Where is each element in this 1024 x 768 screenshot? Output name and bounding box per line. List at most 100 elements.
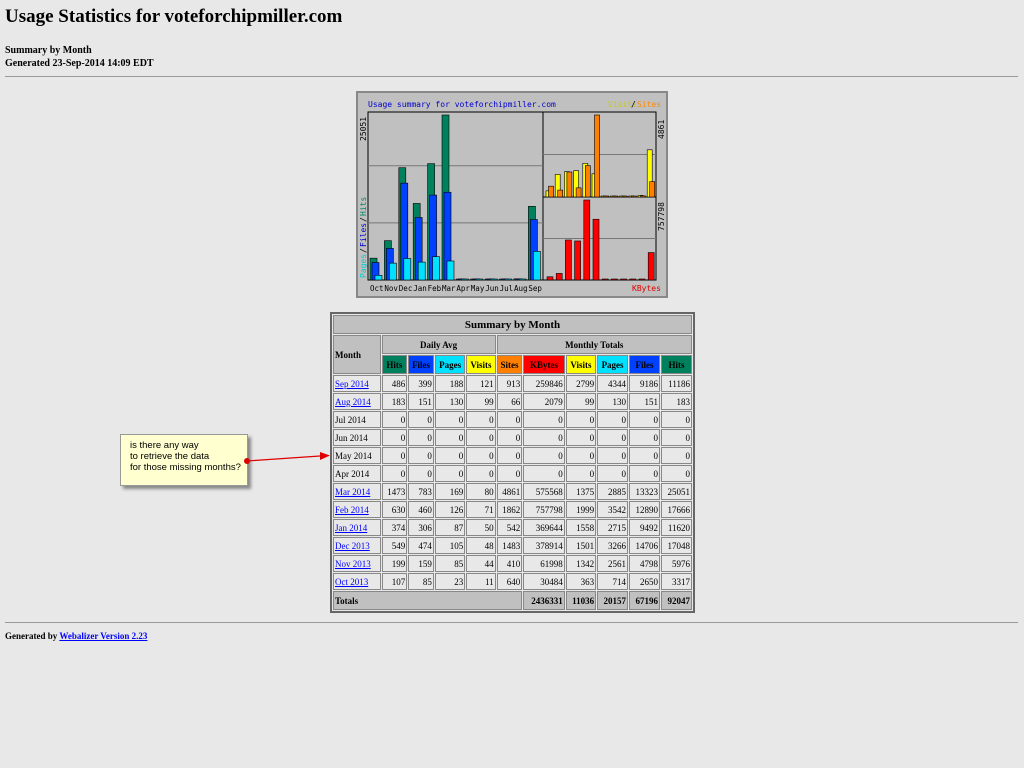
sites-bar — [612, 195, 619, 198]
total-value: 2436331 — [523, 591, 565, 610]
month-link[interactable]: Mar 2014 — [335, 487, 370, 497]
page-title: Usage Statistics for voteforchipmiller.c… — [5, 6, 343, 27]
month-cell: Feb 2014 — [333, 501, 381, 518]
summary-table: Summary by Month Month Daily Avg Monthly… — [330, 312, 695, 613]
value-cell: 1473 — [381, 483, 408, 500]
x-tick-label: Aug — [514, 284, 528, 293]
value-cell: 25051 — [660, 483, 692, 500]
pages-bar — [518, 278, 527, 281]
kbytes-bar — [638, 278, 646, 281]
value-cell: 107 — [381, 573, 408, 590]
y-label-sep: / — [359, 248, 368, 253]
value-cell: 105 — [434, 537, 466, 554]
totals-row: Totals 2436331 11036 20157 67196 92047 — [333, 591, 692, 610]
kbytes-bar — [555, 273, 563, 281]
value-cell: 0 — [434, 465, 466, 482]
webalizer-link[interactable]: Webalizer Version 2.23 — [59, 631, 147, 641]
usage-summary-chart: Usage summary for voteforchipmiller.com V… — [356, 91, 668, 298]
kbytes-bar — [546, 276, 554, 281]
y-label-files: Files — [359, 223, 368, 247]
column-header-pages: Pages — [597, 355, 629, 374]
total-value: 11036 — [565, 591, 597, 610]
value-cell: 378914 — [523, 537, 565, 554]
value-cell: 85 — [434, 555, 466, 572]
value-cell: 630 — [381, 501, 408, 518]
column-header-hits: Hits — [381, 355, 408, 374]
value-cell: 0 — [496, 429, 523, 446]
total-value: 20157 — [597, 591, 629, 610]
value-cell: 2885 — [597, 483, 629, 500]
sites-bar — [575, 187, 582, 198]
x-tick-label: Sep — [528, 284, 542, 293]
month-link[interactable]: Sep 2014 — [335, 379, 369, 389]
value-cell: 306 — [408, 519, 434, 536]
sites-bar — [548, 185, 554, 198]
x-tick-label: Apr — [456, 284, 470, 293]
value-cell: 2799 — [565, 375, 597, 392]
value-cell: 1375 — [565, 483, 597, 500]
report-subtitle: Summary by Month — [5, 45, 92, 56]
pages-bar — [533, 251, 541, 281]
value-cell: 0 — [408, 411, 434, 428]
value-cell: 71 — [466, 501, 496, 518]
sites-bar — [621, 195, 628, 198]
value-cell: 199 — [381, 555, 408, 572]
x-tick-label: Jan — [413, 284, 427, 293]
footer: Generated by Webalizer Version 2.23 — [5, 631, 147, 641]
footer-prefix: Generated by — [5, 631, 60, 641]
value-cell: 399 — [408, 375, 434, 392]
pages-bar — [504, 278, 512, 281]
x-tick-label: Dec — [399, 284, 413, 293]
table-row: Jan 2014 374 306 87 50 542 369644 1558 2715 9492 1… — [333, 519, 692, 536]
value-cell: 188 — [434, 375, 466, 392]
month-cell: Mar 2014 — [333, 483, 381, 500]
value-cell: 0 — [434, 447, 466, 464]
value-cell: 0 — [466, 411, 496, 428]
month-link[interactable]: Feb 2014 — [335, 505, 369, 515]
x-tick-label: Feb — [428, 284, 442, 293]
value-cell: 0 — [597, 411, 629, 428]
month-link[interactable]: Nov 2013 — [335, 559, 371, 569]
column-header-files: Files — [629, 355, 660, 374]
column-header-sites: Sites — [496, 355, 523, 374]
value-cell: 0 — [597, 465, 629, 482]
kbytes-max-label: 757798 — [657, 202, 666, 231]
value-cell: 50 — [466, 519, 496, 536]
sites-bar — [640, 195, 646, 198]
value-cell: 0 — [565, 465, 597, 482]
value-cell: 363 — [565, 573, 597, 590]
value-cell: 0 — [466, 447, 496, 464]
column-header-hits: Hits — [660, 355, 692, 374]
value-cell: 1501 — [565, 537, 597, 554]
daily-avg-header: Daily Avg — [381, 335, 496, 354]
table-title: Summary by Month — [333, 315, 692, 334]
table-row: Jun 2014 0 0 0 0 0 0 0 0 0 0 — [333, 429, 692, 446]
sites-bar — [603, 195, 609, 198]
pages-bar — [374, 274, 383, 281]
sites-bar — [566, 171, 573, 198]
value-cell: 126 — [434, 501, 466, 518]
value-cell: 0 — [629, 429, 660, 446]
sites-bar — [649, 181, 656, 198]
value-cell: 0 — [381, 465, 408, 482]
pages-bar — [489, 278, 498, 281]
value-cell: 0 — [660, 429, 692, 446]
sites-max-label: 4861 — [657, 120, 666, 139]
value-cell: 17666 — [660, 501, 692, 518]
value-cell: 0 — [523, 447, 565, 464]
value-cell: 99 — [565, 393, 597, 410]
x-tick-label: Jul — [500, 284, 514, 293]
value-cell: 121 — [466, 375, 496, 392]
value-cell: 369644 — [523, 519, 565, 536]
kbytes-bar — [629, 278, 637, 281]
legend-sites: Sites — [637, 100, 661, 109]
y-label-sep: / — [359, 217, 368, 222]
month-cell: Sep 2014 — [333, 375, 381, 392]
month-link[interactable]: Dec 2013 — [335, 541, 370, 551]
month-link[interactable]: Jan 2014 — [335, 523, 367, 533]
month-link[interactable]: Aug 2014 — [335, 397, 371, 407]
month-link[interactable]: Oct 2013 — [335, 577, 368, 587]
value-cell: 1342 — [565, 555, 597, 572]
table-row: Dec 2013 549 474 105 48 1483 378914 1501 3266 147… — [333, 537, 692, 554]
kbytes-bar — [592, 218, 600, 281]
